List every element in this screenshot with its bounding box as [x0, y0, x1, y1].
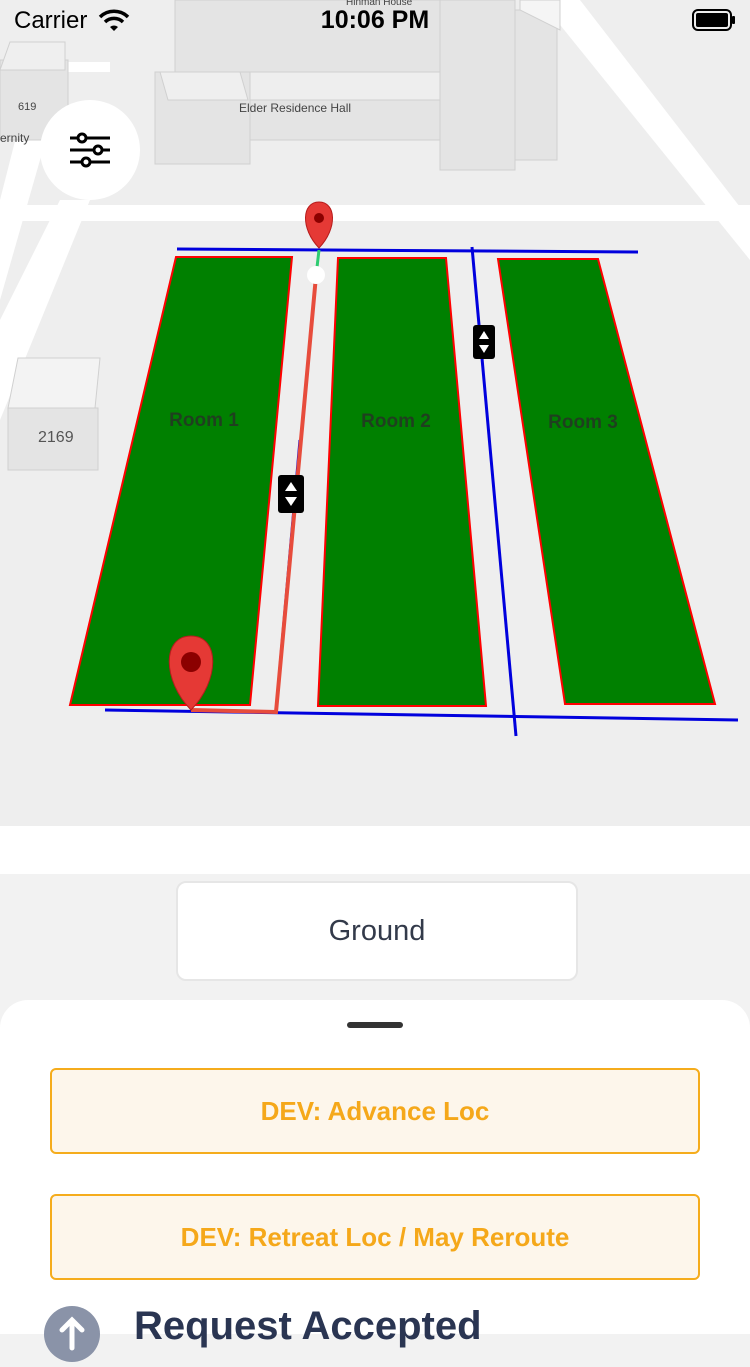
map-divider — [0, 826, 750, 874]
bottom-sheet[interactable]: DEV: Advance Loc DEV: Retreat Loc / May … — [0, 1000, 750, 1362]
battery-icon — [692, 9, 735, 31]
map-label-2169: 2169 — [38, 429, 74, 446]
map-label-elder-hall: Elder Residence Hall — [239, 101, 352, 115]
room-3-label[interactable]: Room 3 — [523, 412, 643, 434]
request-status-title: Request Accepted — [134, 1304, 482, 1348]
request-status: Request Accepted — [44, 1304, 744, 1364]
status-bar: Carrier 10:06 PM — [0, 0, 750, 40]
map-label-619: 619 — [18, 101, 37, 113]
arrow-up-icon — [44, 1306, 100, 1362]
floor-selector[interactable]: Ground — [176, 881, 578, 981]
retreat-location-button[interactable]: DEV: Retreat Loc / May Reroute — [50, 1194, 700, 1280]
status-time: 10:06 PM — [320, 6, 430, 34]
advance-location-button[interactable]: DEV: Advance Loc — [50, 1068, 700, 1154]
room-2-shape — [316, 257, 488, 707]
retreat-location-label: DEV: Retreat Loc / May Reroute — [180, 1221, 570, 1252]
advance-location-label: DEV: Advance Loc — [260, 1095, 490, 1126]
destination-pin-icon — [305, 201, 333, 249]
room-2-label[interactable]: Room 2 — [336, 411, 456, 433]
floor-selector-value: Ground — [328, 914, 426, 947]
sliders-icon — [70, 132, 110, 168]
filter-button[interactable] — [40, 100, 140, 200]
room-1-label[interactable]: Room 1 — [144, 410, 264, 432]
sheet-drag-handle[interactable] — [347, 1022, 403, 1028]
room-shapes — [68, 256, 717, 707]
map-label-fraternity: ernity — [0, 131, 30, 145]
elevator-icon[interactable] — [278, 475, 304, 513]
elevator-icon[interactable] — [473, 325, 495, 359]
current-location-dot — [307, 266, 325, 284]
room-3-shape — [496, 258, 717, 705]
